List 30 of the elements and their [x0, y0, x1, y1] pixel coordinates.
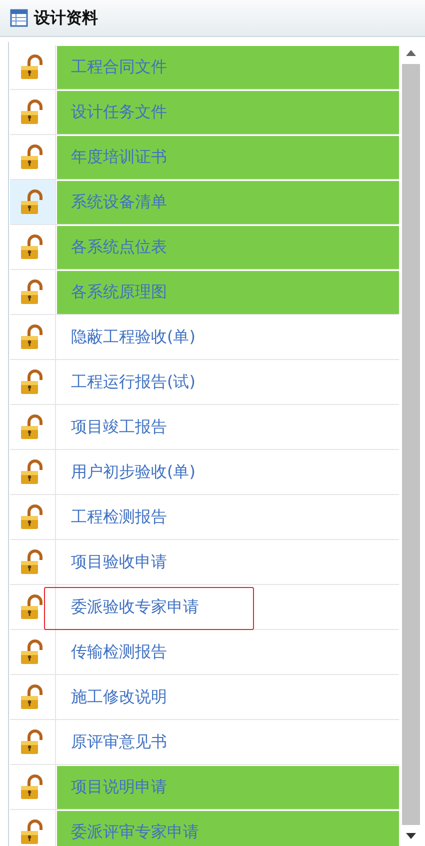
padlock-icon	[20, 189, 46, 215]
padlock-icon	[20, 774, 46, 800]
padlock-icon	[20, 414, 46, 440]
document-item[interactable]: 各系统原理图	[57, 271, 399, 314]
document-item[interactable]: 系统设备清单	[57, 181, 399, 224]
document-item[interactable]: 各系统点位表	[57, 226, 399, 269]
padlock-icon	[20, 279, 46, 305]
padlock-icon	[20, 324, 46, 350]
padlock-icon	[20, 144, 46, 170]
padlock-icon	[20, 639, 46, 665]
scroll-down-icon[interactable]	[406, 833, 416, 839]
padlock-icon	[20, 99, 46, 125]
document-item[interactable]: 设计任务文件	[57, 91, 399, 134]
document-item[interactable]: 项目说明申请	[57, 766, 399, 809]
padlock-icon	[20, 459, 46, 485]
padlock-icon	[20, 819, 46, 845]
document-item[interactable]: 工程合同文件	[57, 46, 399, 89]
padlock-icon	[20, 729, 46, 755]
document-item[interactable]: 年度培训证书	[57, 136, 399, 179]
scroll-up-icon[interactable]	[406, 50, 416, 56]
padlock-icon	[20, 684, 46, 710]
padlock-icon	[20, 594, 46, 620]
padlock-icon	[20, 234, 46, 260]
document-item[interactable]: 委派评审专家申请	[57, 811, 399, 846]
table-icon	[10, 9, 28, 27]
padlock-icon	[20, 369, 46, 395]
padlock-icon	[20, 504, 46, 530]
panel-title: 设计资料	[34, 8, 98, 28]
padlock-icon	[20, 549, 46, 575]
padlock-icon	[20, 54, 46, 80]
